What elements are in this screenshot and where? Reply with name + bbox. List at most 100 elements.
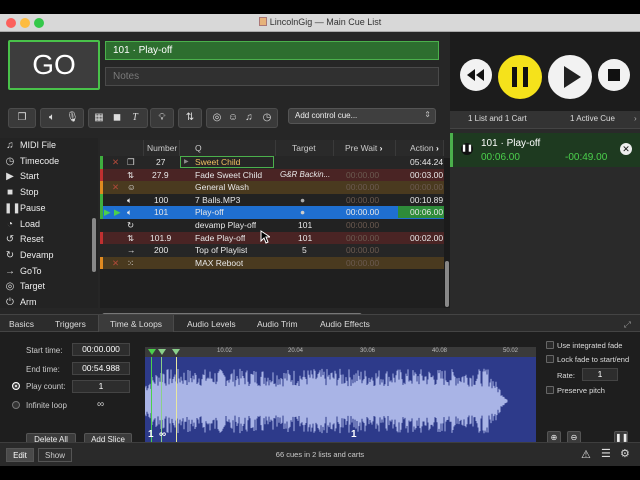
table-row[interactable]: ⇅ 27.9 Fade Sweet Child G&R Backin... 00… xyxy=(100,168,444,182)
cue-action-time: 00:00.00 xyxy=(410,182,444,193)
lock-fade-label: Lock fade to start/end xyxy=(557,355,630,364)
sidebar-item-target[interactable]: ◎ Target xyxy=(4,279,45,294)
slice-count-label: 1 xyxy=(148,429,154,440)
broken-icon: ✕ xyxy=(112,157,120,167)
network-cue-group: ◎ ☺ ♫ ◷ xyxy=(206,108,278,128)
column-q-header[interactable]: Q xyxy=(180,140,276,156)
column-pre-wait-header[interactable]: Pre Wait › xyxy=(334,140,396,156)
table-row[interactable]: ⇅ 101.9 Fade Play-off 101 00:00.00 00:02… xyxy=(100,231,444,245)
fade-icon: ⇅ xyxy=(127,232,135,243)
warning-icon[interactable]: ⚠ xyxy=(581,448,591,461)
table-row[interactable]: ↻ devamp Play-off 101 00:00.00 xyxy=(100,219,444,232)
app-window: LincolnGig — Main Cue List GO 101 · Play… xyxy=(0,14,640,466)
music-note-icon: ♫ xyxy=(6,140,14,151)
sidebar-item-pause[interactable]: ❚❚ Pause xyxy=(4,201,46,216)
waveform-display[interactable]: 10.02 20.04 30.06 40.08 50.02 1 ∞ 1 xyxy=(145,347,536,445)
end-time-field[interactable]: 00:54.988 xyxy=(72,362,130,375)
rewind-icon xyxy=(467,69,484,81)
lock-fade-checkbox[interactable] xyxy=(546,355,554,363)
sidebar-scrollbar[interactable] xyxy=(92,218,96,272)
cue-name-field[interactable]: 101 · Play-off xyxy=(105,41,439,60)
table-vertical-scroll-thumb[interactable] xyxy=(445,261,449,307)
play-count-field[interactable]: 1 xyxy=(72,380,130,393)
tab-triggers[interactable]: Triggers xyxy=(55,319,86,329)
smiley-icon[interactable]: ☺ xyxy=(227,112,239,124)
tab-basics[interactable]: Basics xyxy=(9,319,34,329)
network-icon[interactable]: ◎ xyxy=(211,112,223,124)
active-cue-card[interactable]: ❚❚ 101 · Play-off 00:06.00 -00:49.00 ✕ xyxy=(450,133,640,167)
column-number-header[interactable]: Number xyxy=(144,140,180,156)
column-action-header[interactable]: Action › xyxy=(396,140,444,156)
preserve-pitch-checkbox[interactable] xyxy=(546,386,554,394)
light-cue-button[interactable]: 💡︎ xyxy=(150,108,174,128)
table-row[interactable]: → 200 Top of Playlist 5 00:00.00 xyxy=(100,244,444,257)
transport-controls xyxy=(450,32,640,111)
rewind-button[interactable] xyxy=(460,59,492,91)
sidebar-item-timecode[interactable]: ◷ Timecode xyxy=(4,154,60,169)
expand-icon[interactable]: ⤢ xyxy=(624,319,631,330)
close-icon[interactable]: ✕ xyxy=(620,143,632,155)
sidebar-item-goto[interactable]: → GoTo xyxy=(4,264,42,279)
start-time-label: Start time: xyxy=(26,346,63,355)
column-status-header[interactable] xyxy=(100,140,144,156)
tab-active-cues[interactable]: 1 Active Cue xyxy=(570,114,615,123)
start-time-field[interactable]: 00:00.000 xyxy=(72,343,130,356)
column-target-header[interactable]: Target xyxy=(276,140,334,156)
table-row[interactable]: ✕ ⁙ MAX Reboot 00:00.00 xyxy=(100,256,444,270)
pause-all-button[interactable] xyxy=(498,55,542,99)
text-icon[interactable]: T xyxy=(129,112,141,124)
film-icon[interactable]: ▦ xyxy=(93,112,105,124)
pause-icon[interactable]: ❚❚ xyxy=(461,143,473,155)
list-icon[interactable]: ☰ xyxy=(601,447,611,460)
sidebar-item-stop[interactable]: ■ Stop xyxy=(4,185,39,200)
sidebar-item-midi-file[interactable]: ♫ MIDI File xyxy=(4,138,56,153)
sidebar-item-devamp[interactable]: ↻ Devamp xyxy=(4,248,54,263)
tab-lists-and-carts[interactable]: 1 List and 1 Cart xyxy=(468,114,527,123)
infinite-loop-radio[interactable] xyxy=(12,401,20,409)
rate-field[interactable]: 1 xyxy=(582,368,618,381)
slice-marker-icon[interactable] xyxy=(158,349,168,357)
camera-icon[interactable]: ◼︎ xyxy=(111,112,123,124)
cue-name: devamp Play-off xyxy=(195,220,257,230)
cue-target: G&R Backin... xyxy=(280,169,331,179)
music-note-icon[interactable]: ♫ xyxy=(243,112,255,124)
active-cue-title: 101 · Play-off xyxy=(481,138,541,149)
table-row[interactable]: ✕ ☺ General Wash 00:00.00 00:00.00 xyxy=(100,181,444,194)
sidebar-item-reset[interactable]: ↺ Reset xyxy=(4,232,44,247)
clock-icon[interactable]: ◷ xyxy=(261,112,273,124)
tab-audio-trim[interactable]: Audio Trim xyxy=(257,319,298,329)
add-control-cue-select[interactable]: Add control cue... ⇕ xyxy=(288,108,436,124)
mic-icon[interactable]: 🎙︎ xyxy=(66,112,79,124)
color-strip xyxy=(100,156,103,169)
active-cue-elapsed: 00:06.00 xyxy=(481,152,520,163)
chevron-right-icon: › xyxy=(436,143,439,153)
cue-target: 5 xyxy=(302,245,307,256)
go-button[interactable]: GO xyxy=(8,40,100,90)
sidebar-item-start[interactable]: ▶ Start xyxy=(4,169,39,184)
start-marker-icon[interactable] xyxy=(148,349,158,357)
standby-icon: ▶ xyxy=(114,207,121,218)
notes-field[interactable]: Notes xyxy=(105,67,439,86)
gear-icon[interactable]: ⚙ xyxy=(620,447,630,460)
tab-audio-effects[interactable]: Audio Effects xyxy=(320,319,370,329)
stop-icon xyxy=(608,69,620,81)
playhead-marker-icon[interactable] xyxy=(172,349,182,357)
add-control-cue-label: Add control cue... xyxy=(295,111,358,120)
script-icon: ⁙ xyxy=(127,257,135,268)
speaker-icon[interactable]: 🔈︎ xyxy=(46,112,58,124)
stop-all-button[interactable] xyxy=(598,59,630,91)
use-integrated-fade-checkbox[interactable] xyxy=(546,341,554,349)
table-row-selected[interactable]: ▶ ▶ 🔈︎ 101 Play-off ● 00:00.00 00:06.00 xyxy=(100,206,444,219)
play-count-radio[interactable] xyxy=(12,382,20,390)
fade-cue-button[interactable]: ⇅ xyxy=(178,108,202,128)
chevron-down-icon[interactable]: › xyxy=(634,114,637,123)
group-cue-button[interactable]: ❐ xyxy=(8,108,36,128)
tab-time-and-loops[interactable]: Time & Loops xyxy=(98,315,174,332)
table-row[interactable]: 🔈︎ 100 7 Balls.MP3 ● 00:00.00 00:10.89 xyxy=(100,193,444,207)
sidebar-item-arm[interactable]: ⏻ Arm xyxy=(4,295,36,308)
tab-audio-levels[interactable]: Audio Levels xyxy=(187,319,236,329)
status-bar: Edit Show 66 cues in 2 lists and carts ⚠… xyxy=(0,442,640,466)
sidebar-item-load[interactable]: ◔ Load xyxy=(4,217,40,232)
table-row[interactable]: ✕ ❐ 27 ▶ Sweet Child 05:44.24 xyxy=(100,156,444,169)
resume-button[interactable] xyxy=(548,55,592,99)
